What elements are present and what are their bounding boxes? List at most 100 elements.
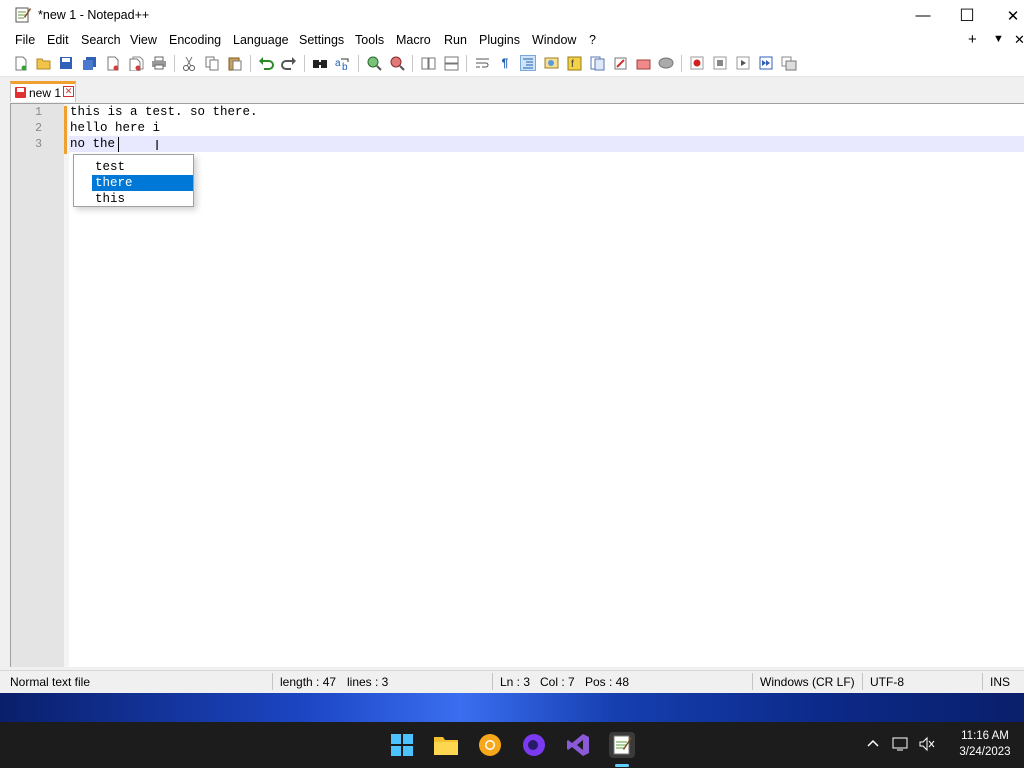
find-icon[interactable] <box>312 55 328 71</box>
toolbar-separator <box>466 55 467 72</box>
close-all-icon[interactable] <box>128 55 144 71</box>
zoom-out-icon[interactable] <box>389 55 405 71</box>
sync-vertical-icon[interactable] <box>420 55 436 71</box>
plus-icon[interactable]: + <box>968 31 977 48</box>
clock-time[interactable]: 11:16 AM <box>955 730 1015 742</box>
close-document-icon[interactable]: ✕ <box>1014 32 1024 48</box>
autocomplete-item[interactable]: test <box>92 159 193 175</box>
volume-muted-icon[interactable] <box>918 736 936 755</box>
print-icon[interactable] <box>151 55 167 71</box>
menu-macro[interactable]: Macro <box>396 33 431 47</box>
undo-icon[interactable] <box>258 55 274 71</box>
menu-language[interactable]: Language <box>233 33 289 47</box>
notepadpp-app-icon <box>15 7 31 23</box>
save-all-icon[interactable] <box>81 55 97 71</box>
title-bar[interactable]: *new 1 - Notepad++ — ☐ ✕ <box>0 0 1024 31</box>
chrome-canary-icon[interactable] <box>477 732 503 758</box>
toolbar-separator <box>681 55 682 72</box>
line-number: 3 <box>35 138 42 151</box>
play-macro-icon[interactable] <box>735 55 751 71</box>
minimize-button[interactable]: — <box>900 0 946 31</box>
file-explorer-icon[interactable] <box>433 732 459 758</box>
menu-edit[interactable]: Edit <box>47 33 69 47</box>
autocomplete-list[interactable]: test there this <box>73 154 194 207</box>
status-separator <box>982 673 983 690</box>
indent-guide-icon[interactable] <box>520 55 536 71</box>
show-all-chars-icon[interactable]: ¶ <box>497 55 513 71</box>
replace-icon[interactable]: ab <box>335 55 351 71</box>
taskbar: 11:16 AM 3/24/2023 <box>0 722 1024 768</box>
document-map-icon[interactable] <box>589 55 605 71</box>
notepadpp-window: *new 1 - Notepad++ — ☐ ✕ File Edit Searc… <box>0 0 1024 693</box>
menu-encoding[interactable]: Encoding <box>169 33 221 47</box>
new-file-icon[interactable] <box>13 55 29 71</box>
change-history-marker <box>64 106 67 154</box>
status-insert-mode: INS <box>990 675 1011 689</box>
visual-studio-icon[interactable] <box>565 732 591 758</box>
text-caret <box>118 137 119 152</box>
stop-record-icon[interactable] <box>712 55 728 71</box>
status-separator <box>752 673 753 690</box>
menu-help[interactable]: ? <box>589 33 596 47</box>
folder-as-workspace-icon[interactable] <box>612 55 628 71</box>
menu-settings[interactable]: Settings <box>299 33 344 47</box>
menu-window[interactable]: Window <box>532 33 576 47</box>
code-line: this is a test. so there. <box>70 105 258 119</box>
tab-label: new 1 <box>29 86 62 100</box>
current-line-highlight <box>69 136 1024 152</box>
record-macro-icon[interactable] <box>689 55 705 71</box>
toolbar-separator <box>174 55 175 72</box>
close-icon[interactable] <box>105 55 121 71</box>
sync-horizontal-icon[interactable] <box>443 55 459 71</box>
window-title: *new 1 - Notepad++ <box>38 8 150 22</box>
minimize-icon: — <box>915 7 931 24</box>
svg-text:b: b <box>342 62 348 71</box>
chevron-down-icon[interactable]: ▼ <box>993 33 1004 45</box>
save-macro-icon[interactable] <box>781 55 797 71</box>
monitoring-icon[interactable] <box>635 55 651 71</box>
menu-tools[interactable]: Tools <box>355 33 384 47</box>
tab-close-icon[interactable]: ✕ <box>63 86 74 97</box>
menu-view[interactable]: View <box>130 33 157 47</box>
autocomplete-item[interactable]: this <box>92 191 193 207</box>
paste-icon[interactable] <box>227 55 243 71</box>
status-encoding: UTF-8 <box>870 675 904 689</box>
toolbar-separator <box>358 55 359 72</box>
open-file-icon[interactable] <box>35 55 51 71</box>
word-wrap-icon[interactable] <box>474 55 490 71</box>
fold-margin <box>64 104 69 667</box>
maximize-button[interactable]: ☐ <box>944 0 990 31</box>
close-icon: ✕ <box>1006 7 1020 25</box>
firefox-icon[interactable] <box>521 732 547 758</box>
toolbar-separator <box>412 55 413 72</box>
save-icon[interactable] <box>58 55 74 71</box>
windows-start-icon[interactable] <box>389 732 415 758</box>
ibeam-cursor-icon: I <box>155 137 160 154</box>
svg-text:f: f <box>571 59 574 70</box>
run-macro-multiple-icon[interactable] <box>758 55 774 71</box>
autocomplete-item-selected[interactable]: there <box>92 175 193 191</box>
menu-search[interactable]: Search <box>81 33 121 47</box>
user-language-icon[interactable] <box>543 55 559 71</box>
toolbar: ab ¶ f <box>0 51 1024 77</box>
eye-icon[interactable] <box>658 55 674 71</box>
function-list-icon[interactable]: f <box>566 55 582 71</box>
menu-plugins[interactable]: Plugins <box>479 33 520 47</box>
cut-icon[interactable] <box>181 55 197 71</box>
redo-icon[interactable] <box>281 55 297 71</box>
menu-file[interactable]: File <box>15 33 35 47</box>
svg-text:a: a <box>335 58 341 69</box>
tray-chevron-up-icon[interactable] <box>866 736 880 751</box>
network-icon[interactable] <box>892 736 910 755</box>
status-separator <box>862 673 863 690</box>
clock-date[interactable]: 3/24/2023 <box>946 746 1024 758</box>
copy-icon[interactable] <box>204 55 220 71</box>
status-lines: lines : 3 <box>347 675 389 689</box>
status-eol: Windows (CR LF) <box>760 675 855 689</box>
notepad-plus-plus-icon[interactable] <box>609 732 635 758</box>
tab-new-1[interactable]: new 1 ✕ <box>10 81 76 102</box>
status-separator <box>272 673 273 690</box>
zoom-in-icon[interactable] <box>366 55 382 71</box>
menu-run[interactable]: Run <box>444 33 467 47</box>
close-window-button[interactable]: ✕ <box>990 0 1024 31</box>
